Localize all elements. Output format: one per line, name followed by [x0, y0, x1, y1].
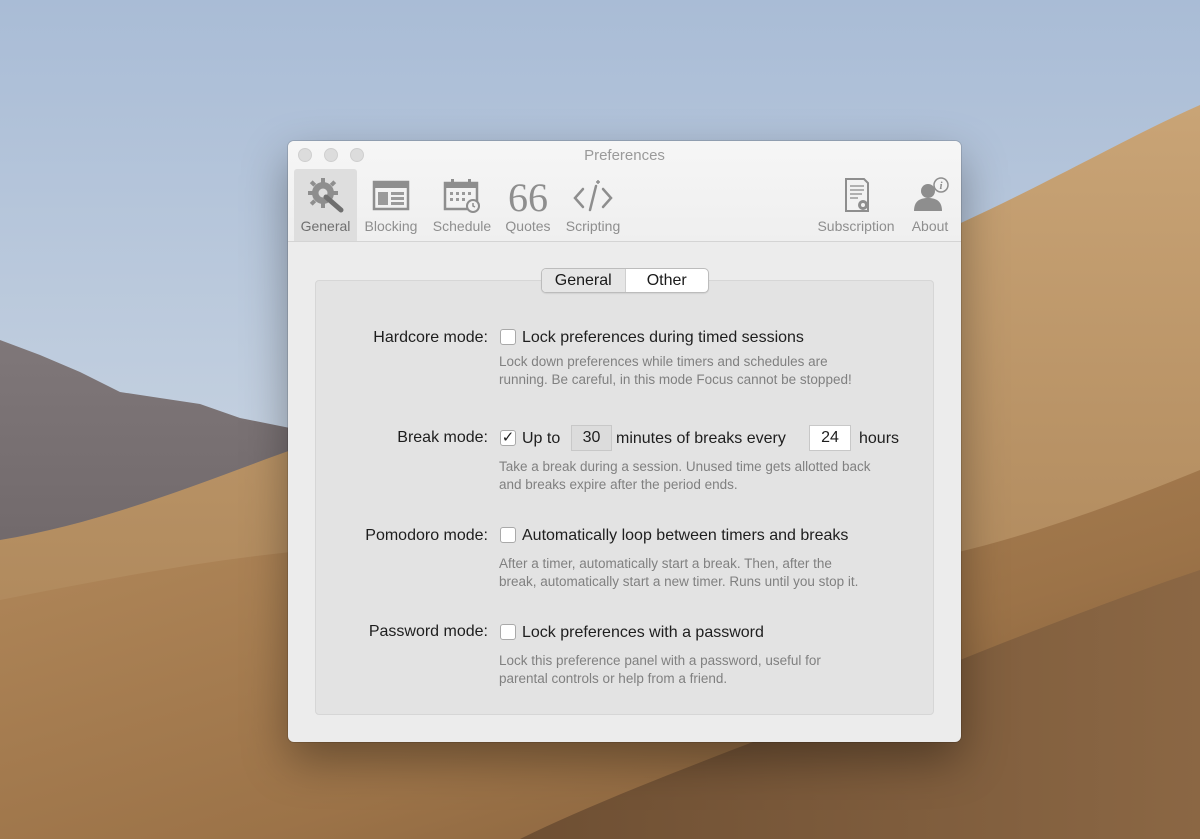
gear-wrench-icon [307, 178, 343, 213]
toolbar-quotes-label: Quotes [505, 218, 551, 234]
hardcore-mode-checkbox[interactable] [500, 329, 516, 345]
toolbar-scripting-label: Scripting [565, 218, 621, 234]
tab-general[interactable]: General [542, 269, 626, 292]
preferences-window: Preferences General Blocking Schedule 66… [288, 141, 961, 742]
toolbar-about-label: About [911, 218, 949, 234]
pomodoro-mode-desc-line2: break, automatically start a new timer. … [499, 574, 859, 589]
window-title: Preferences [584, 147, 665, 164]
password-mode-desc-line1: Lock this preference panel with a passwo… [499, 653, 821, 668]
break-mode-text-middle: minutes of breaks every [616, 430, 786, 447]
toolbar-schedule[interactable]: Schedule [428, 169, 496, 241]
password-mode-checkbox[interactable] [500, 624, 516, 640]
svg-text:66: 66 [508, 177, 548, 213]
break-mode-desc-line1: Take a break during a session. Unused ti… [499, 459, 871, 474]
pomodoro-mode-checkbox[interactable] [500, 527, 516, 543]
hardcore-mode-label: Hardcore mode: [373, 329, 488, 346]
toolbar-blocking[interactable]: Blocking [360, 169, 422, 241]
break-mode-desc-line2: and breaks expire after the period ends. [499, 477, 738, 492]
break-mode-checkbox[interactable]: ✓ [500, 430, 516, 446]
tab-other[interactable]: Other [626, 269, 709, 292]
toolbar-general[interactable]: General [294, 169, 357, 241]
hardcore-mode-desc-line2: running. Be careful, in this mode Focus … [499, 372, 852, 387]
tab-segmented-control: General Other [541, 268, 709, 293]
pomodoro-mode-desc-line1: After a timer, automatically start a bre… [499, 556, 832, 571]
calendar-clock-icon [443, 179, 480, 213]
toolbar-subscription-label: Subscription [817, 218, 895, 234]
toolbar-subscription[interactable]: Subscription [811, 169, 901, 241]
break-mode-text-before: Up to [522, 430, 561, 447]
toolbar-general-label: General [300, 218, 351, 234]
toolbar-about[interactable]: i About [905, 169, 955, 241]
password-mode-text: Lock preferences with a password [522, 624, 764, 641]
pomodoro-mode-label: Pomodoro mode: [365, 527, 488, 544]
password-mode-label: Password mode: [368, 623, 488, 640]
browser-window-icon [372, 180, 410, 211]
toolbar-schedule-label: Schedule [432, 218, 492, 234]
code-icon [573, 180, 613, 212]
toolbar-quotes[interactable]: 66 Quotes [501, 169, 555, 241]
hardcore-mode-desc-line1: Lock down preferences while timers and s… [499, 354, 828, 369]
break-mode-label: Break mode: [397, 429, 488, 446]
user-info-icon: i [914, 177, 949, 211]
break-hours-input[interactable] [809, 425, 851, 451]
break-mode-text-after: hours [859, 430, 900, 447]
window-titlebar-toolbar: Preferences General Blocking Schedule 66… [288, 141, 961, 242]
password-mode-desc-line2: parental controls or help from a friend. [499, 671, 728, 686]
pomodoro-mode-text: Automatically loop between timers and br… [522, 527, 849, 544]
break-minutes-input[interactable] [571, 425, 612, 451]
toolbar-scripting[interactable]: Scripting [560, 169, 626, 241]
certificate-icon [845, 178, 869, 212]
toolbar-blocking-label: Blocking [364, 218, 418, 234]
quote-icon: 66 [508, 177, 548, 213]
hardcore-mode-text: Lock preferences during timed sessions [522, 329, 804, 346]
